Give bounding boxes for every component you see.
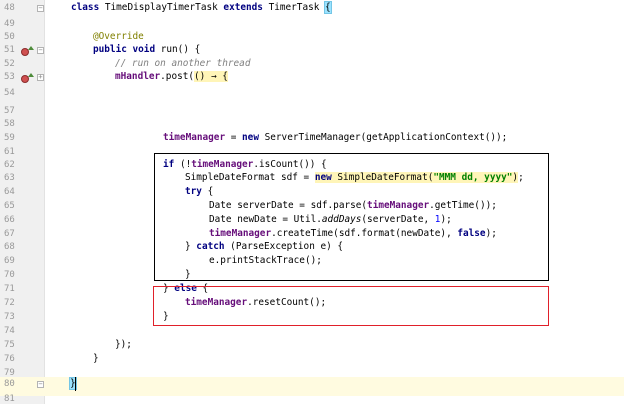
line-number: 67 bbox=[4, 229, 15, 239]
line-number: 71 bbox=[4, 284, 15, 294]
text-caret bbox=[75, 377, 76, 391]
code-text: // run on another thread bbox=[115, 58, 251, 69]
line-number: 57 bbox=[4, 106, 15, 116]
line-number: 72 bbox=[4, 298, 15, 308]
fold-toggle-icon[interactable]: − bbox=[37, 47, 44, 54]
highlight-box-else-block bbox=[153, 286, 549, 326]
line-number: 51 bbox=[4, 45, 15, 55]
line-number: 61 bbox=[4, 147, 15, 157]
line-number: 68 bbox=[4, 242, 15, 252]
code-text: } bbox=[93, 353, 99, 364]
line-number: 80 bbox=[4, 379, 15, 389]
line-number: 54 bbox=[4, 88, 15, 98]
line-number: 70 bbox=[4, 270, 15, 280]
line-number: 49 bbox=[4, 19, 15, 29]
code-line[interactable]: 54 bbox=[0, 86, 624, 105]
code-text: }); bbox=[115, 339, 132, 350]
line-number: 63 bbox=[4, 173, 15, 183]
line-number: 50 bbox=[4, 32, 15, 42]
code-text: class TimeDisplayTimerTask extends Timer… bbox=[71, 1, 332, 14]
code-editor[interactable]: 48 − class TimeDisplayTimerTask extends … bbox=[0, 0, 624, 404]
line-number: 58 bbox=[4, 119, 15, 129]
line-number: 52 bbox=[4, 59, 15, 69]
override-gutter-icon[interactable] bbox=[21, 46, 34, 56]
line-number: 81 bbox=[4, 394, 15, 404]
line-number: 75 bbox=[4, 340, 15, 350]
code-text: mHandler.post(() → { bbox=[115, 71, 228, 82]
fold-toggle-icon[interactable]: + bbox=[37, 74, 44, 81]
fold-toggle-icon[interactable]: − bbox=[37, 5, 44, 12]
line-number: 76 bbox=[4, 354, 15, 364]
code-line[interactable]: 81 bbox=[0, 392, 624, 411]
line-number: 74 bbox=[4, 326, 15, 336]
line-number: 73 bbox=[4, 312, 15, 322]
line-number: 62 bbox=[4, 160, 15, 170]
line-number: 53 bbox=[4, 72, 15, 82]
highlight-box-if-block bbox=[154, 153, 549, 281]
code-text: timeManager = new ServerTimeManager(getA… bbox=[163, 132, 508, 143]
line-number: 64 bbox=[4, 187, 15, 197]
override-gutter-icon[interactable] bbox=[21, 73, 34, 83]
code-text: public void run() { bbox=[93, 44, 201, 55]
line-number: 65 bbox=[4, 201, 15, 211]
line-number: 66 bbox=[4, 215, 15, 225]
code-text: @Override bbox=[93, 31, 144, 42]
line-number: 69 bbox=[4, 256, 15, 266]
line-number: 48 bbox=[4, 3, 15, 13]
fold-toggle-icon[interactable]: − bbox=[37, 381, 44, 388]
